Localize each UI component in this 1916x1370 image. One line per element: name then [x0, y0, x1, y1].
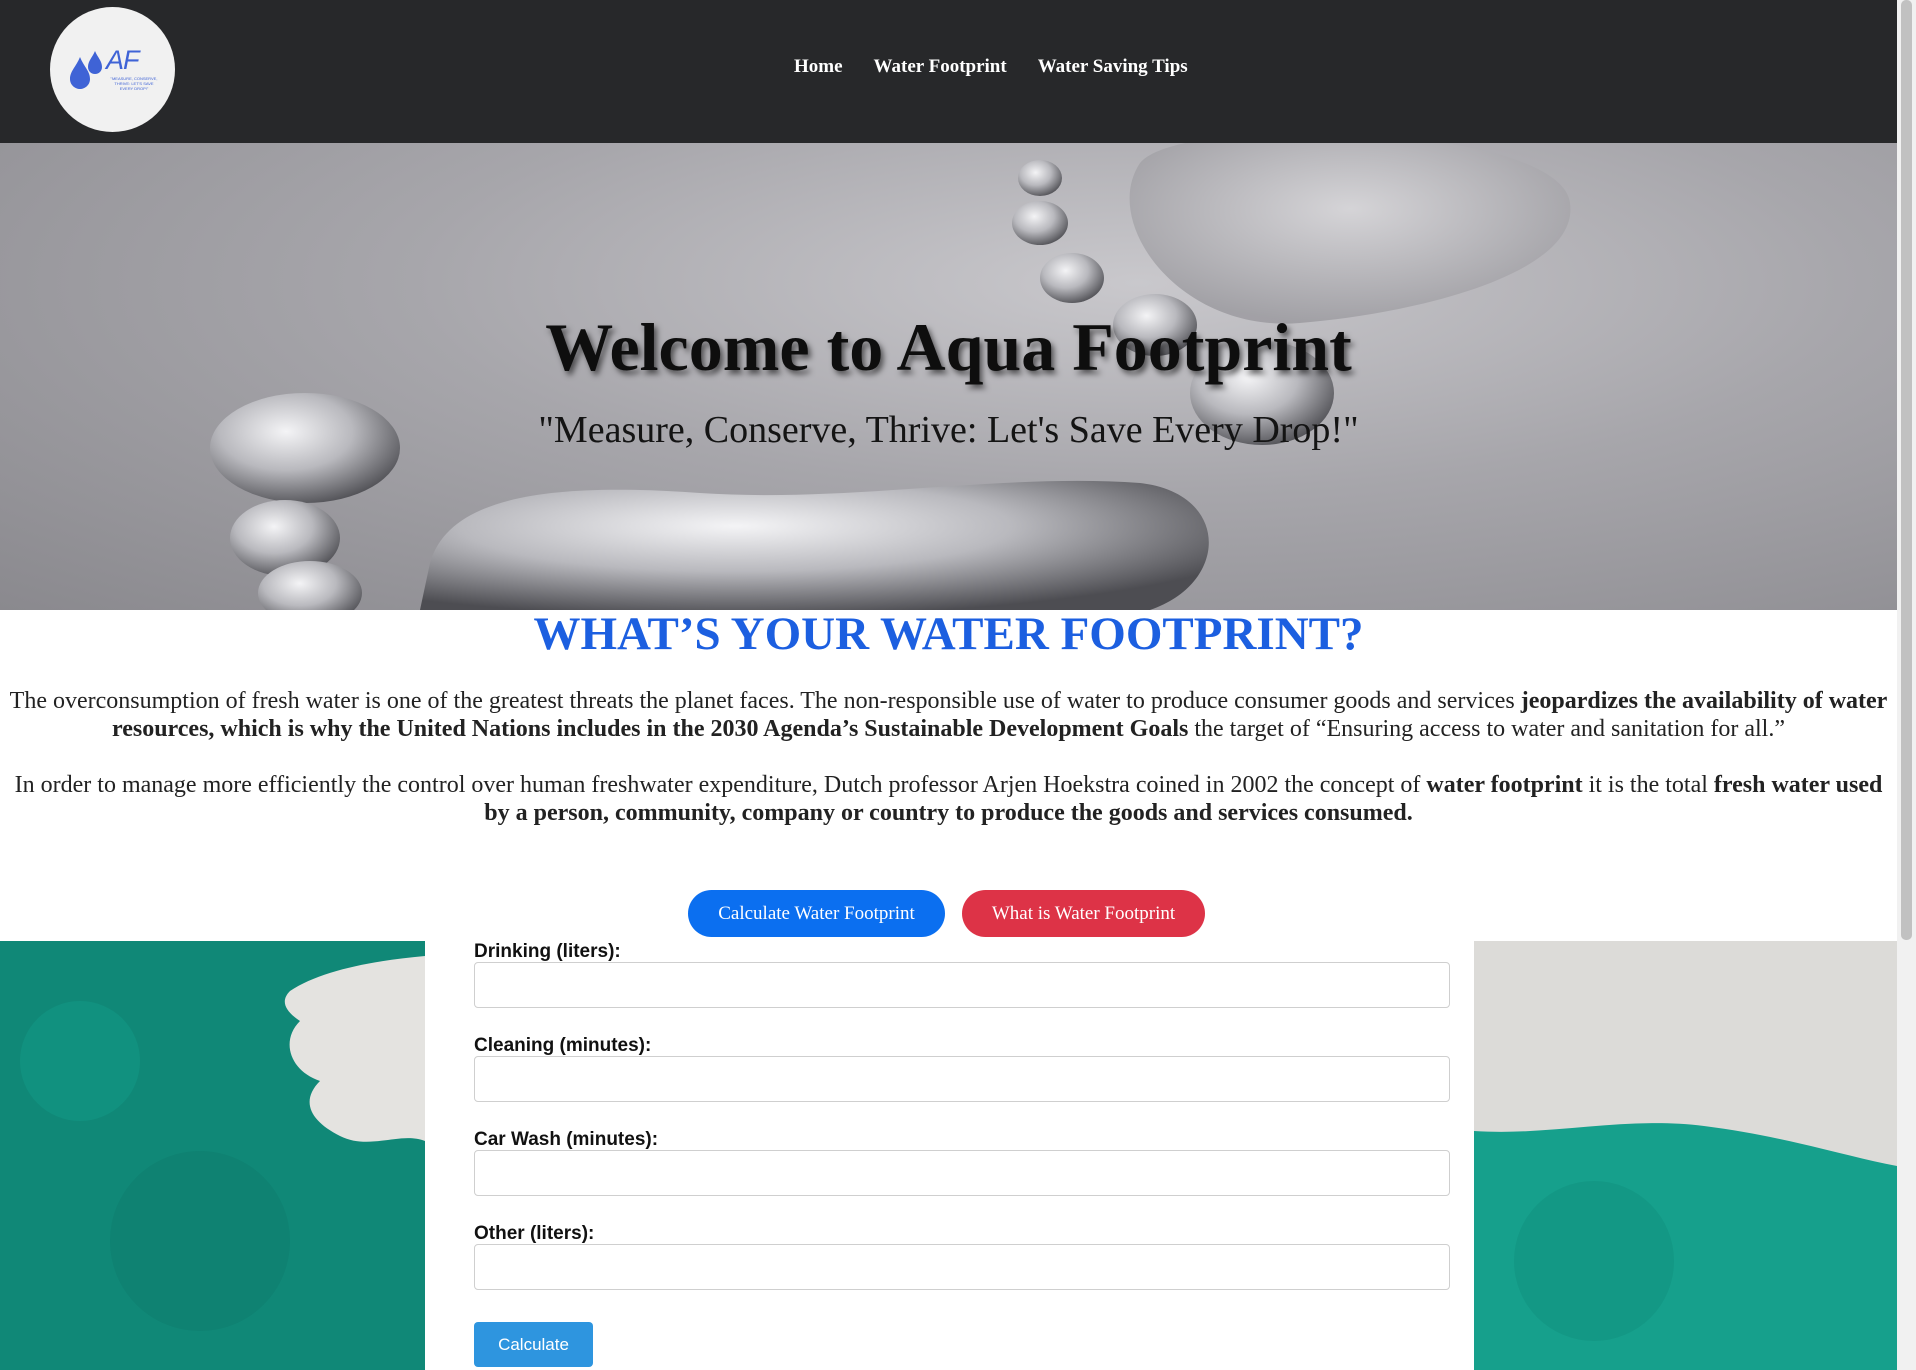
other-label: Other (liters):	[474, 1223, 595, 1244]
calculate-water-footprint-button[interactable]: Calculate Water Footprint	[688, 890, 945, 937]
nav-home[interactable]: Home	[794, 56, 843, 78]
footprint-form: Drinking (liters): Cleaning (minutes): C…	[425, 941, 1474, 1370]
definition-text-mid: it is the total	[1582, 772, 1714, 798]
definition-term: water footprint	[1426, 772, 1583, 798]
intro-text-end: the target of “Ensuring access to water …	[1188, 716, 1785, 742]
logo-text: AF	[106, 45, 140, 75]
intro-paragraph: The overconsumption of fresh water is on…	[0, 687, 1897, 743]
cleaning-input[interactable]	[474, 1056, 1450, 1102]
intro-text: The overconsumption of fresh water is on…	[9, 688, 1521, 714]
car-wash-input[interactable]	[474, 1150, 1450, 1196]
cleaning-label: Cleaning (minutes):	[474, 1035, 652, 1056]
hero-banner: Welcome to Aqua Footprint "Measure, Cons…	[0, 143, 1897, 610]
main-nav: Home Water Footprint Water Saving Tips	[794, 56, 1188, 78]
nav-water-saving-tips[interactable]: Water Saving Tips	[1038, 56, 1188, 78]
hero-title: Welcome to Aqua Footprint	[545, 309, 1352, 385]
definition-text: In order to manage more efficiently the …	[14, 772, 1427, 798]
page-scrollbar[interactable]	[1897, 0, 1916, 1370]
watercolor-image-right	[1474, 941, 1897, 1370]
what-is-water-footprint-button[interactable]: What is Water Footprint	[962, 890, 1205, 937]
definition-paragraph: In order to manage more efficiently the …	[0, 771, 1897, 827]
watercolor-image-left	[0, 941, 425, 1370]
car-wash-label: Car Wash (minutes):	[474, 1129, 659, 1150]
water-drops-icon	[70, 51, 102, 89]
hero-subtitle: "Measure, Conserve, Thrive: Let's Save E…	[538, 409, 1359, 451]
drinking-input[interactable]	[474, 962, 1450, 1008]
site-logo[interactable]: AF "MEASURE, CONSERVE, THRIVE: LET'S SAV…	[50, 7, 175, 132]
drinking-label: Drinking (liters):	[474, 941, 621, 962]
logo-tagline: "MEASURE, CONSERVE, THRIVE: LET'S SAVE E…	[110, 76, 158, 91]
site-header: AF "MEASURE, CONSERVE, THRIVE: LET'S SAV…	[0, 0, 1897, 143]
scrollbar-thumb[interactable]	[1901, 0, 1912, 940]
calculate-button[interactable]: Calculate	[474, 1322, 593, 1367]
other-input[interactable]	[474, 1244, 1450, 1290]
nav-water-footprint[interactable]: Water Footprint	[874, 56, 1007, 78]
section-heading: WHAT’S YOUR WATER FOOTPRINT?	[533, 608, 1364, 660]
